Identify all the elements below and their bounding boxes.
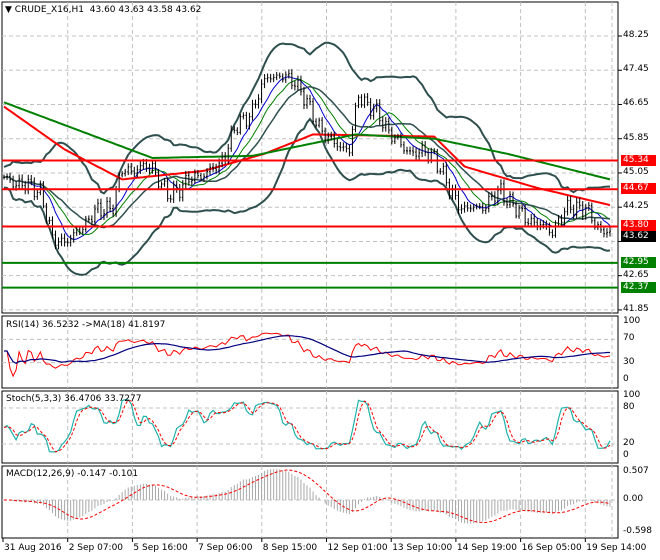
time-label: 14 Sep 19:00 [456,543,517,553]
stoch-axis-label: 20 [623,438,635,448]
price-label: 45.05 [623,166,649,177]
price-label: 42.65 [623,269,649,280]
level-price-tag: 45.34 [621,154,656,166]
level-price-tag: 42.37 [621,281,656,293]
time-label: 2 Sep 07:00 [68,543,124,553]
rsi-header: RSI(14) 36.5232 ->MA(18) 41.8197 [6,320,166,330]
price-label: 41.85 [623,303,649,314]
stoch-axis-label: 100 [623,390,641,400]
time-label: 16 Sep 05:00 [521,543,582,553]
rsi-axis-label: 70 [623,333,635,344]
level-price-tag: 43.80 [621,220,656,232]
price-label: 46.65 [623,98,649,109]
time-label: 19 Sep 14:00 [586,543,647,553]
rsi-axis-label: 0 [623,374,629,384]
macd-axis-label: -0.598 [623,525,653,536]
time-label: 13 Sep 10:00 [392,543,453,553]
macd-header: MACD(12,26,9) -0.147 -0.101 [6,469,139,479]
macd-axis-label: 0.507 [623,466,649,477]
time-label: 7 Sep 06:00 [198,543,253,553]
symbol-label: CRUDE_X16,H1 [14,5,85,15]
current-price-tag: 43.62 [621,231,656,243]
chart-header: ▼ CRUDE_X16,H1 43.60 43.63 43.58 43.62 [5,5,201,15]
stoch-header: Stoch(5,3,3) 36.4706 33.7277 [6,394,142,404]
price-label: 45.85 [623,132,649,143]
ohlc-values: 43.60 43.63 43.58 43.62 [89,5,202,15]
time-label: 31 Aug 2016 [4,543,62,553]
stoch-axis-label: 80 [623,402,635,412]
rsi-axis-label: 100 [623,316,641,326]
level-price-tag: 42.95 [621,256,656,268]
dropdown-triangle-icon[interactable]: ▼ [5,5,12,15]
time-label: 5 Sep 16:00 [133,543,188,553]
price-label: 47.45 [623,64,649,75]
price-label: 48.25 [623,30,649,40]
time-label: 8 Sep 15:00 [262,543,318,553]
level-price-tag: 44.67 [621,183,656,195]
rsi-axis-label: 30 [623,356,635,367]
time-label: 12 Sep 01:00 [327,543,388,553]
price-label: 44.25 [623,201,649,212]
macd-axis-label: 0.00 [623,494,644,504]
stoch-axis-label: 0 [623,450,629,460]
